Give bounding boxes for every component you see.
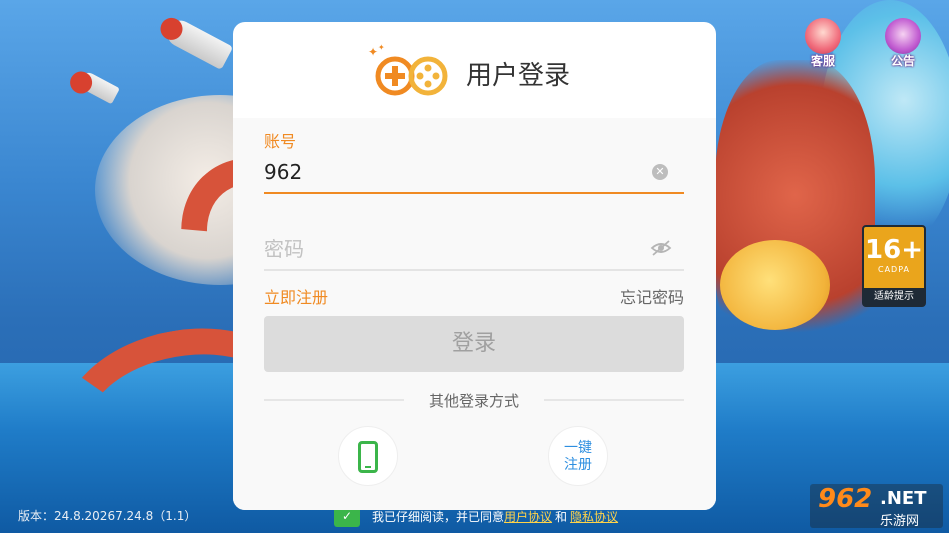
forgot-password-link[interactable]: 忘记密码 — [620, 284, 684, 308]
password-underline — [264, 269, 684, 271]
notice-button[interactable]: 公告 — [881, 18, 925, 69]
quick-register-button[interactable]: 一键 注册 — [548, 426, 608, 486]
watermark-number: 962 — [818, 484, 873, 514]
quick-register-label: 一键 注册 — [549, 440, 607, 474]
customer-service-icon — [805, 18, 841, 54]
customer-service-label: 客服 — [810, 54, 835, 68]
dialog-body: 账号 ✕ 立即注册 忘记密码 登录 其他登录方式 — [233, 118, 716, 510]
account-input[interactable] — [264, 154, 624, 190]
password-input[interactable] — [264, 231, 624, 267]
notice-label: 公告 — [890, 54, 915, 68]
account-label: 账号 — [264, 132, 297, 151]
rocket-decoration — [162, 16, 234, 70]
age-rating-org: CADPA — [877, 265, 910, 274]
svg-text:✦: ✦ — [378, 43, 385, 52]
megaphone-icon — [885, 18, 921, 54]
quick-register-line1: 一键 — [564, 440, 592, 456]
clear-icon[interactable]: ✕ — [652, 164, 668, 180]
dialog-title: 用户登录 — [466, 61, 571, 91]
svg-text:✦: ✦ — [368, 45, 378, 59]
version-text: 版本：24.8.20267.24.8（1.1） — [18, 509, 197, 523]
phone-login-button[interactable] — [338, 426, 398, 486]
gamepad-logo-icon: ✦ ✦ — [368, 43, 448, 96]
eye-hidden-icon[interactable] — [650, 239, 672, 257]
pufferfish-decoration — [720, 240, 830, 330]
password-field — [264, 231, 684, 271]
customer-service-button[interactable]: 客服 — [801, 18, 845, 69]
phone-icon — [358, 441, 378, 473]
login-button[interactable]: 登录 — [264, 316, 684, 372]
watermark-net: .NET — [880, 488, 927, 509]
register-link[interactable]: 立即注册 — [264, 284, 328, 308]
age-rating-tip: 适龄提示 — [864, 288, 924, 305]
account-field: ✕ — [264, 154, 684, 194]
quick-register-line2: 注册 — [564, 457, 592, 473]
agreement-and: 和 — [555, 509, 568, 524]
watermark-name: 乐游网 — [880, 514, 920, 529]
divider-line-right — [544, 399, 684, 401]
age-rating-number: 16+ — [865, 235, 923, 265]
login-dialog: ✦ ✦ 用户登录 账号 ✕ 立即 — [233, 22, 716, 510]
dialog-header: ✦ ✦ 用户登录 — [233, 22, 716, 118]
user-agreement-link[interactable]: 用户协议 — [504, 508, 552, 525]
privacy-policy-link[interactable]: 隐私协议 — [570, 508, 618, 525]
other-methods-divider: 其他登录方式 — [264, 390, 684, 410]
rocket-decoration — [76, 69, 120, 105]
account-underline — [264, 192, 684, 194]
age-rating-badge[interactable]: 16+ CADPA 适龄提示 — [862, 225, 926, 307]
site-watermark: 962 .NET 乐游网 — [810, 484, 943, 529]
agreement-prefix: 我已仔细阅读，并已同意 — [372, 509, 505, 524]
